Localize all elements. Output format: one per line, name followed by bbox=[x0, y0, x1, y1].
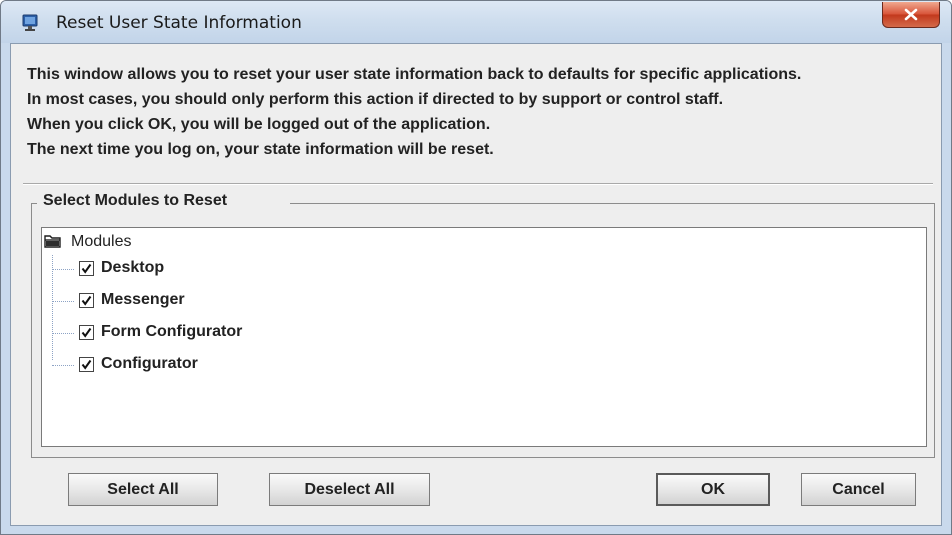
intro-line: In most cases, you should only perform t… bbox=[27, 91, 724, 108]
deselect-all-button[interactable]: Deselect All bbox=[269, 473, 430, 506]
intro-line: The next time you log on, your state inf… bbox=[27, 141, 494, 158]
tree-item-label: Messenger bbox=[101, 291, 185, 308]
title-bar[interactable]: Reset User State Information bbox=[1, 1, 951, 43]
tree-root-label: Modules bbox=[71, 233, 132, 250]
tree-connector bbox=[52, 301, 74, 302]
dialog-content: This window allows you to reset your use… bbox=[10, 43, 942, 526]
intro-text: This window allows you to reset your use… bbox=[27, 62, 801, 162]
modules-tree[interactable]: Modules Desktop Messenger Form Configura… bbox=[41, 227, 927, 447]
tree-item-desktop[interactable]: Desktop bbox=[52, 258, 352, 282]
tree-item-configurator[interactable]: Configurator bbox=[52, 354, 352, 378]
intro-line: When you click OK, you will be logged ou… bbox=[27, 116, 491, 133]
group-border-left bbox=[31, 203, 37, 204]
select-all-button[interactable]: Select All bbox=[68, 473, 218, 506]
tree-item-messenger[interactable]: Messenger bbox=[52, 290, 352, 314]
intro-line: This window allows you to reset your use… bbox=[27, 66, 802, 83]
window-title: Reset User State Information bbox=[56, 13, 302, 33]
form-configurator-checkbox[interactable] bbox=[79, 325, 94, 340]
checkmark-icon bbox=[81, 327, 92, 338]
tree-item-label: Form Configurator bbox=[101, 323, 243, 340]
close-icon bbox=[904, 8, 918, 21]
cancel-button[interactable]: Cancel bbox=[801, 473, 916, 506]
tree-connector bbox=[52, 333, 74, 334]
modules-group-legend: Select Modules to Reset bbox=[42, 192, 229, 210]
tree-item-label: Configurator bbox=[101, 355, 198, 372]
tree-item-form-configurator[interactable]: Form Configurator bbox=[52, 322, 352, 346]
configurator-checkbox[interactable] bbox=[79, 357, 94, 372]
tree-item-label: Desktop bbox=[101, 259, 165, 276]
ok-button[interactable]: OK bbox=[656, 473, 770, 506]
tree-connector bbox=[52, 269, 74, 270]
close-button[interactable] bbox=[882, 2, 940, 28]
app-monitor-icon bbox=[22, 14, 38, 32]
tree-connector bbox=[52, 365, 74, 366]
group-border-right bbox=[290, 203, 935, 204]
checkmark-icon bbox=[81, 359, 92, 370]
reset-user-state-dialog: Reset User State Information This window… bbox=[0, 0, 952, 535]
folder-icon bbox=[44, 234, 62, 249]
checkmark-icon bbox=[81, 263, 92, 274]
desktop-checkbox[interactable] bbox=[79, 261, 94, 276]
checkmark-icon bbox=[81, 295, 92, 306]
messenger-checkbox[interactable] bbox=[79, 293, 94, 308]
separator bbox=[23, 183, 933, 185]
